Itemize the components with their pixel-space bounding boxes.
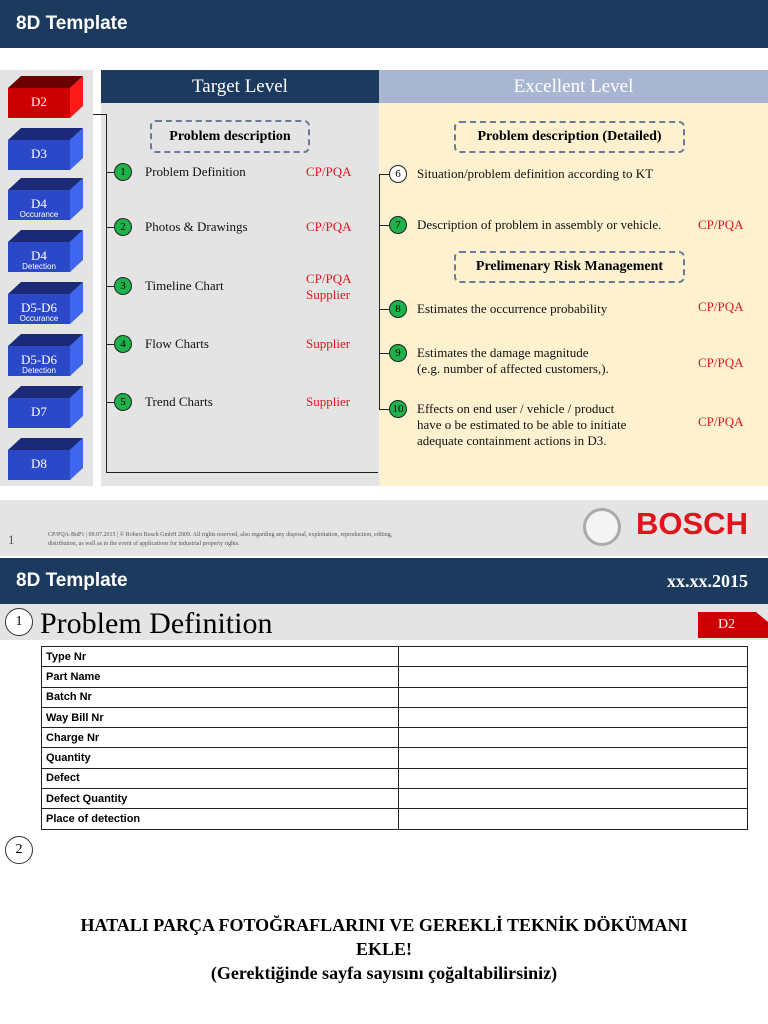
table-row: Type Nr: [41, 645, 748, 668]
field-value[interactable]: [398, 645, 748, 668]
section-heading: Problem Definition: [40, 607, 273, 640]
field-value[interactable]: [398, 727, 748, 749]
table-row: Way Bill Nr: [41, 706, 748, 729]
bosch-brand: BOSCH: [636, 506, 748, 541]
excellent-item-owner: CP/PQA: [698, 217, 744, 232]
page-number: 1: [8, 532, 15, 547]
excellent-item-label: Estimates the occurrence probability: [417, 301, 608, 316]
d2-badge: D2: [698, 612, 768, 638]
item-number: 3: [114, 277, 132, 295]
table-row: Place of detection: [41, 808, 748, 830]
excellent-item-label: Description of problem in assembly or ve…: [417, 217, 662, 232]
table-row: Part Name: [41, 666, 748, 688]
item-number: 5: [114, 393, 132, 411]
item-number: 10: [389, 400, 407, 418]
table-row: Batch Nr: [41, 686, 748, 708]
target-item-label: Trend Charts: [145, 394, 213, 409]
target-item-label: Photos & Drawings: [145, 219, 248, 234]
problem-description-detailed-box: Problem description (Detailed): [454, 121, 685, 153]
field-label: Part Name: [41, 666, 399, 688]
step-d7[interactable]: D7: [8, 386, 83, 428]
field-value[interactable]: [398, 686, 748, 708]
excellent-item-owner: CP/PQA: [698, 355, 744, 370]
excellent-item-owner: CP/PQA: [698, 299, 744, 314]
date: xx.xx.2015: [667, 570, 748, 591]
target-item-owner: CP/PQA: [306, 164, 352, 179]
target-item-owner: Supplier: [306, 394, 351, 409]
target-item-label: Timeline Chart: [145, 278, 224, 293]
section-number-2: 2: [5, 836, 33, 864]
slide2-title: 8D Template: [16, 570, 128, 591]
item-number: 4: [114, 335, 132, 353]
slide-footer: 1 CP/PQA-BuP1 | 09.07.2015 | © Robert Bo…: [0, 500, 768, 556]
slide-title: 8D Template: [16, 13, 128, 34]
field-value[interactable]: [398, 747, 748, 769]
field-label: Way Bill Nr: [41, 706, 399, 729]
bosch-logo-icon: [583, 508, 621, 546]
table-row: Defect Quantity: [41, 788, 748, 810]
item-number: 2: [114, 218, 132, 236]
field-label: Charge Nr: [41, 727, 399, 749]
target-item-label: Problem Definition: [145, 164, 246, 179]
problem-description-box: Problem description: [150, 120, 310, 153]
field-value[interactable]: [398, 808, 748, 830]
table-row: Quantity: [41, 747, 748, 769]
copyright-text: CP/PQA-BuP1 | 09.07.2015 | © Robert Bosc…: [48, 532, 393, 547]
photo-notice: HATALI PARÇA FOTOĞRAFLARINI VE GEREKLİ T…: [80, 915, 688, 983]
step-d8[interactable]: D8: [8, 438, 83, 480]
problem-definition-table: Type Nr Part Name Batch Nr Way Bill Nr Charg…: [41, 645, 748, 830]
slide2-title-bar: 8D Template xx.xx.2015: [0, 558, 768, 604]
item-number: 6: [389, 165, 407, 183]
step-d2[interactable]: D2: [8, 76, 83, 118]
field-value[interactable]: [398, 767, 748, 790]
field-label: Quantity: [41, 747, 399, 769]
field-value[interactable]: [398, 706, 748, 729]
excellent-item-owner: CP/PQA: [698, 414, 744, 429]
excellent-item-label: Estimates the damage magnitude (e.g. numb…: [417, 345, 609, 376]
step-d4-occurance[interactable]: D4 Occurance: [8, 178, 83, 220]
step-d5-d6-detection[interactable]: D5-D6 Detection: [8, 334, 83, 376]
item-number: 7: [389, 216, 407, 234]
table-row: Charge Nr: [41, 727, 748, 749]
excellent-level-header: Excellent Level: [379, 70, 768, 103]
field-label: Place of detection: [41, 808, 399, 830]
item-number: 8: [389, 300, 407, 318]
item-number: 9: [389, 344, 407, 362]
field-label: Type Nr: [41, 645, 399, 668]
field-value[interactable]: [398, 666, 748, 688]
slide-title-bar: 8D Template: [0, 0, 768, 48]
field-value[interactable]: [398, 788, 748, 810]
excellent-item-label: Effects on end user / vehicle / product h…: [417, 401, 627, 448]
step-d5-d6-occurance[interactable]: D5-D6 Occurance: [8, 282, 83, 324]
field-label: Defect: [41, 767, 399, 790]
target-level-header: Target Level: [101, 70, 379, 103]
section-number-1: 1: [5, 608, 33, 636]
field-label: Defect Quantity: [41, 788, 399, 810]
target-item-owner: Supplier: [306, 336, 351, 351]
step-d3[interactable]: D3: [8, 128, 83, 170]
excellent-item-label: Situation/problem definition according t…: [417, 166, 654, 181]
target-item-owner: CP/PQA: [306, 219, 352, 234]
risk-management-box: Prelimenary Risk Management: [454, 251, 685, 283]
field-label: Batch Nr: [41, 686, 399, 708]
table-row: Defect: [41, 767, 748, 790]
target-item-label: Flow Charts: [145, 336, 209, 351]
item-number: 1: [114, 163, 132, 181]
step-d4-detection[interactable]: D4 Detection: [8, 230, 83, 272]
target-item-owner: CP/PQA Supplier: [306, 271, 352, 302]
